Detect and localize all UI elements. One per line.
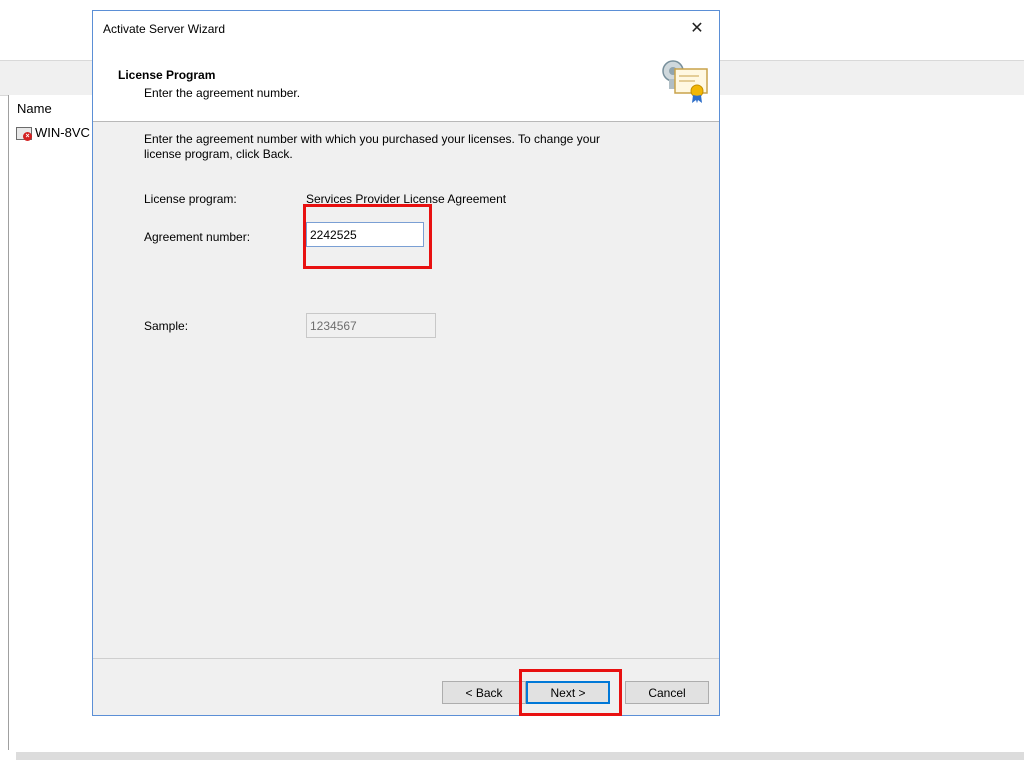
server-error-icon: ×	[16, 126, 32, 141]
wizard-page-title: License Program	[118, 68, 216, 82]
button-area-separator	[93, 658, 719, 659]
license-program-label: License program:	[144, 192, 237, 206]
next-button-highlight	[519, 669, 622, 716]
server-list-item[interactable]: × WIN-8VC	[16, 125, 90, 141]
close-icon[interactable]: ✕	[683, 17, 711, 41]
agreement-number-label: Agreement number:	[144, 230, 251, 244]
agreement-number-highlight	[303, 204, 432, 269]
wizard-page-subtitle: Enter the agreement number.	[144, 86, 301, 100]
instructions-text: Enter the agreement number with which yo…	[144, 132, 601, 161]
dialog-titlebar: Activate Server Wizard ✕	[93, 11, 719, 47]
name-column-header[interactable]: Name	[17, 101, 52, 116]
server-list-item-label: WIN-8VC	[35, 125, 90, 140]
dialog-title: Activate Server Wizard	[103, 22, 226, 36]
cancel-button[interactable]: Cancel	[625, 681, 709, 704]
wizard-header: License Program Enter the agreement numb…	[93, 47, 719, 122]
activate-server-wizard-dialog: Activate Server Wizard ✕ License Program…	[92, 10, 720, 716]
horizontal-scrollbar[interactable]	[16, 752, 1024, 760]
back-button[interactable]: < Back	[442, 681, 526, 704]
certificate-icon	[662, 60, 708, 103]
sample-label: Sample:	[144, 319, 189, 333]
sample-value-field	[306, 313, 436, 338]
